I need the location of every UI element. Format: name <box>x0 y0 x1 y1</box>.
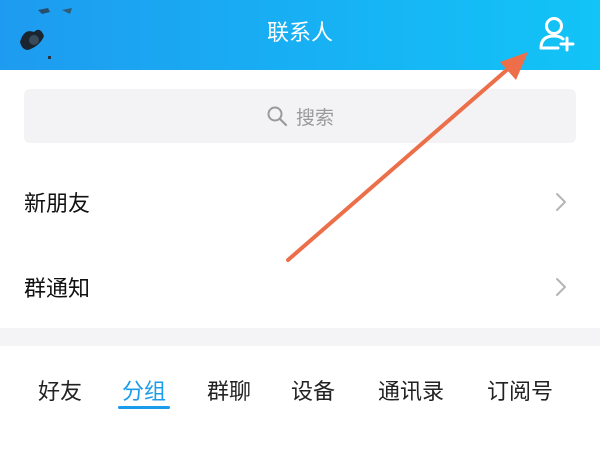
tab-friends[interactable]: 好友 <box>38 374 82 406</box>
page-title: 联系人 <box>266 21 333 46</box>
add-contact-icon[interactable] <box>536 12 578 54</box>
tab-group-chats[interactable]: 群聊 <box>207 374 251 406</box>
tab-subscriptions[interactable]: 订阅号 <box>487 374 553 406</box>
tab-groups[interactable]: 分组 <box>122 374 166 406</box>
search-bar[interactable]: 搜索 <box>24 89 576 143</box>
search-placeholder: 搜索 <box>295 106 334 129</box>
tab-address-book[interactable]: 通讯录 <box>378 374 444 406</box>
top-bar: 联系人 <box>0 0 600 70</box>
active-tab-indicator <box>118 406 170 409</box>
chevron-right-icon <box>556 193 566 211</box>
search-icon <box>267 106 288 127</box>
contact-tabs: 好友 分组 群聊 设备 通讯录 订阅号 <box>0 346 600 430</box>
section-divider <box>0 328 600 346</box>
new-friends-label: 新朋友 <box>24 192 91 217</box>
chevron-right-icon <box>556 278 566 296</box>
group-notice-label: 群通知 <box>24 277 91 302</box>
new-friends-row[interactable]: 新朋友 <box>0 162 600 242</box>
group-notice-row[interactable]: 群通知 <box>0 247 600 327</box>
tab-devices[interactable]: 设备 <box>291 374 335 406</box>
